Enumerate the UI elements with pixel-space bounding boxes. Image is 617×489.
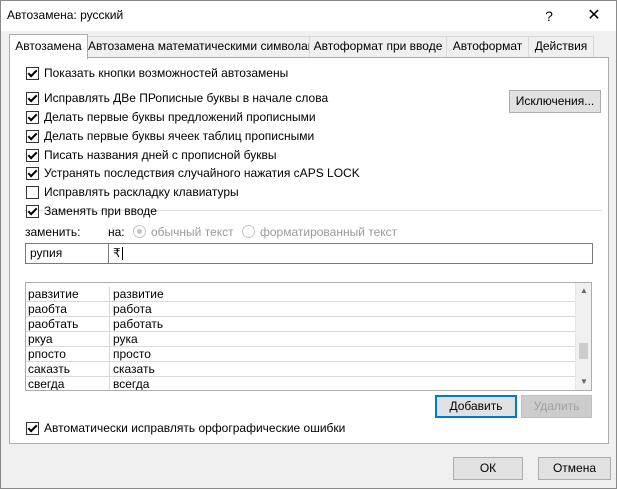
tab-label: Автоформат при вводе	[313, 39, 443, 53]
checkbox[interactable]	[26, 130, 39, 143]
checkbox[interactable]	[26, 167, 39, 180]
replace-as-you-type-option[interactable]: Заменять при вводе	[26, 204, 157, 220]
list-item[interactable]: саказть сказать	[26, 362, 575, 377]
checkbox[interactable]	[26, 149, 39, 162]
checkbox-label: Автоматически исправлять орфографические…	[44, 421, 346, 435]
delete-button[interactable]: Удалить	[521, 395, 592, 418]
close-button[interactable]: ✕	[571, 1, 617, 31]
entry-replace: рпосто	[26, 347, 110, 362]
entry-replace: равзитие	[26, 287, 110, 302]
tab-autoformat[interactable]: Автоформат	[446, 36, 529, 57]
exceptions-button[interactable]: Исключения...	[509, 90, 601, 113]
checkbox[interactable]	[26, 111, 39, 124]
list-item[interactable]: равзитие развитие	[26, 287, 575, 302]
checkbox[interactable]	[26, 422, 39, 435]
list-item[interactable]: свегда всегда	[26, 377, 575, 391]
checkbox-label: Делать первые буквы предложений прописны…	[44, 110, 316, 124]
checkbox-label: Заменять при вводе	[44, 204, 157, 218]
plain-text-radio[interactable]	[133, 225, 146, 238]
tab-label: Автозамена	[15, 39, 82, 53]
entry-with: просто	[113, 347, 151, 361]
autocorrect-dialog: Автозамена: русский ? ✕ Автозамена Автоз…	[0, 0, 617, 489]
entry-with: сказать	[113, 362, 155, 376]
plain-text-label: обычный текст	[151, 225, 234, 239]
entry-with: развитие	[113, 287, 164, 301]
tab-label: Действия	[534, 39, 588, 53]
autocorrect-panel: Показать кнопки возможностей автозамены …	[9, 57, 609, 444]
checkbox-label: Делать первые буквы ячеек таблиц прописн…	[44, 129, 315, 143]
with-label: на:	[108, 225, 125, 239]
cancel-button[interactable]: Отмена	[538, 457, 611, 480]
checkbox[interactable]	[26, 92, 39, 105]
tab-math-autocorrect[interactable]: Автозамена математическими символами	[87, 36, 323, 57]
replace-label: заменить:	[25, 225, 81, 239]
list-scrollbar[interactable]: ▲ ▼	[575, 283, 591, 390]
autocorrect-entries-list[interactable]: равзитие развитие раобта работа раобтать…	[25, 282, 592, 391]
help-button[interactable]: ?	[526, 1, 572, 31]
with-value: ₹	[113, 246, 121, 260]
list-item[interactable]: рпосто просто	[26, 347, 575, 362]
title-bar: Автозамена: русский ? ✕	[1, 1, 616, 31]
replace-input[interactable]: рупия	[25, 243, 109, 264]
formatted-text-radio[interactable]	[242, 225, 255, 238]
checkbox-label: Писать названия дней с прописной буквы	[44, 148, 277, 162]
checkbox[interactable]	[26, 205, 39, 218]
list-item[interactable]: раобта работа	[26, 302, 575, 317]
formatted-text-label: форматированный текст	[260, 225, 398, 239]
entry-replace: свегда	[26, 377, 110, 390]
checkbox-label: Исправлять ДВе ПРописные буквы в начале …	[44, 91, 329, 105]
tab-actions[interactable]: Действия	[528, 36, 594, 57]
list-item[interactable]: раобтать работать	[26, 317, 575, 332]
tab-autocorrect[interactable]: Автозамена	[9, 34, 88, 59]
tab-label: Автоформат	[452, 39, 523, 53]
entry-with: работать	[113, 317, 164, 331]
with-input[interactable]: ₹	[108, 243, 593, 264]
tab-label: Автозамена математическими символами	[88, 39, 323, 53]
scroll-up-icon[interactable]: ▲	[576, 283, 591, 299]
entry-replace: раобтать	[26, 317, 110, 332]
checkbox[interactable]	[26, 186, 39, 199]
tab-autoformat-as-you-type[interactable]: Автоформат при вводе	[309, 36, 447, 57]
list-item[interactable]: ркуа рука	[26, 332, 575, 347]
checkbox-label: Устранять последствия случайного нажатия…	[44, 166, 360, 180]
window-title: Автозамена: русский	[7, 8, 124, 22]
entry-with: работа	[113, 302, 152, 316]
entry-with: рука	[113, 332, 138, 346]
checkbox-label: Показать кнопки возможностей автозамены	[44, 66, 289, 80]
ok-button[interactable]: ОК	[453, 457, 523, 480]
replace-value: рупия	[30, 246, 63, 260]
entry-replace: ркуа	[26, 332, 110, 347]
add-button[interactable]: Добавить	[435, 395, 517, 418]
entry-replace: раобта	[26, 302, 110, 317]
entry-with: всегда	[113, 377, 150, 391]
entry-replace: саказть	[26, 362, 110, 377]
checkbox[interactable]	[26, 67, 39, 80]
checkbox-label: Исправлять раскладку клавиатуры	[44, 185, 239, 199]
scroll-down-icon[interactable]: ▼	[576, 374, 591, 390]
scroll-thumb[interactable]	[579, 343, 588, 359]
